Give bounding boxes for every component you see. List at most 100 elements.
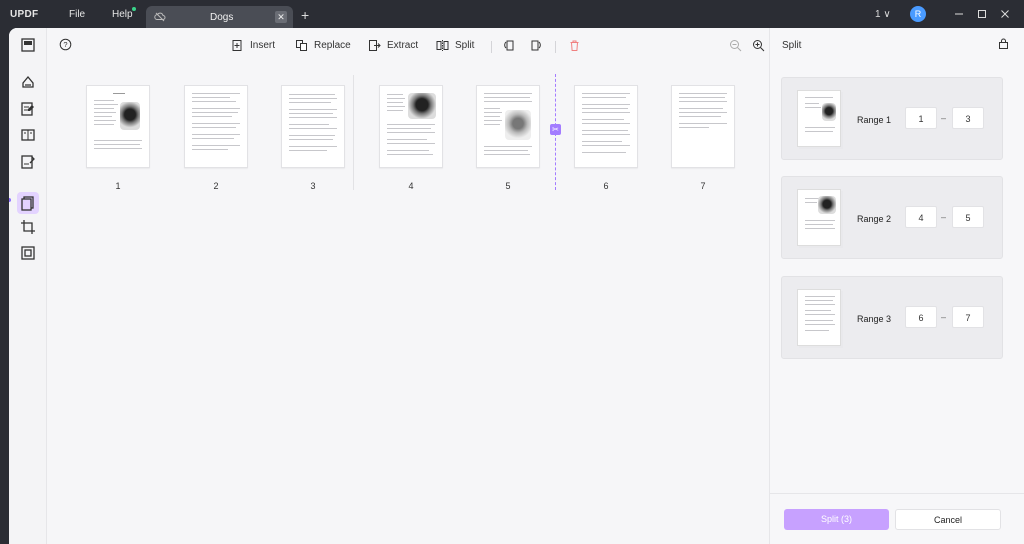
range-from-input[interactable]: 6: [905, 306, 937, 328]
dog-image: [408, 93, 436, 119]
range-to-input[interactable]: 7: [952, 306, 984, 328]
page-thumbnail-3[interactable]: [281, 85, 345, 168]
range-to-input[interactable]: 5: [952, 206, 984, 228]
text-line: [192, 93, 240, 94]
text-line: [484, 101, 532, 102]
dog-image: [120, 102, 140, 130]
range-separator: –: [941, 212, 947, 222]
text-line: [289, 124, 329, 125]
text-line: [192, 127, 236, 128]
text-line: [805, 314, 835, 315]
comment-icon[interactable]: [20, 74, 36, 90]
avatar[interactable]: R: [910, 6, 926, 22]
tab-title: Dogs: [210, 12, 234, 23]
rotate-right-button[interactable]: [529, 39, 542, 52]
split-confirm-button[interactable]: Split (3): [784, 509, 889, 530]
text-line: [289, 98, 337, 99]
text-line: [94, 104, 118, 105]
title-bar: UPDF File Help Dogs ✕ + 1 ∨ R: [0, 0, 1024, 28]
tool-rail: [9, 28, 47, 544]
text-line: [387, 98, 405, 99]
zoom-in-button[interactable]: [752, 39, 765, 52]
extract-button[interactable]: Extract: [368, 39, 418, 52]
menu-help[interactable]: Help: [112, 9, 133, 20]
text-line: [582, 141, 622, 142]
split-button[interactable]: Split: [436, 39, 474, 52]
text-line: [582, 108, 628, 109]
range-to-input[interactable]: 3: [952, 107, 984, 129]
page-thumbnail-1[interactable]: [86, 85, 150, 168]
insert-page-icon: [232, 40, 242, 51]
range-from-input[interactable]: 4: [905, 206, 937, 228]
crop-pages-icon[interactable]: [20, 219, 36, 235]
page-thumbnail-4[interactable]: [379, 85, 443, 168]
page-number: 5: [505, 181, 511, 191]
text-line: [387, 150, 429, 151]
text-line: [192, 112, 238, 113]
maximize-icon[interactable]: [975, 7, 989, 21]
text-line: [289, 109, 337, 110]
range-from-input[interactable]: 1: [905, 107, 937, 129]
replace-button[interactable]: Replace: [295, 39, 351, 52]
organize-pages-icon[interactable]: [20, 195, 36, 211]
page-layout-icon[interactable]: [20, 127, 36, 143]
scissors-icon[interactable]: ✂: [550, 124, 561, 135]
fill-sign-icon[interactable]: [20, 154, 36, 170]
add-tab-icon[interactable]: +: [301, 7, 309, 23]
zoom-out-button[interactable]: [729, 39, 742, 52]
replace-label: Replace: [314, 40, 351, 51]
minimize-icon[interactable]: [952, 7, 966, 21]
page-thumbnail-7[interactable]: [671, 85, 735, 168]
rotate-left-button[interactable]: [503, 39, 516, 52]
text-line: [94, 144, 140, 145]
text-line: [805, 127, 835, 128]
page-thumbnail-2[interactable]: [184, 85, 248, 168]
edit-pdf-icon[interactable]: [20, 101, 36, 117]
text-line: [387, 124, 435, 125]
text-line: [289, 117, 337, 118]
app-window: ? Insert Replace Extract Split 1 2 3 4 5…: [9, 28, 1024, 544]
dog-image: [822, 103, 836, 121]
close-tab-icon[interactable]: ✕: [275, 11, 287, 23]
text-line: [94, 148, 142, 149]
text-line: [484, 124, 500, 125]
text-line: [387, 94, 403, 95]
rotate-right-icon: [531, 40, 541, 51]
text-line: [582, 97, 626, 98]
text-line: [805, 324, 835, 325]
text-line: [679, 93, 727, 94]
split-group-divider: [353, 75, 354, 190]
range-label: Range 3: [857, 314, 892, 324]
lock-icon[interactable]: [997, 37, 1010, 50]
insert-button[interactable]: Insert: [231, 39, 275, 52]
cancel-button[interactable]: Cancel: [895, 509, 1001, 530]
page-thumbnail-6[interactable]: [574, 85, 638, 168]
menu-file[interactable]: File: [69, 9, 85, 20]
page-number: 6: [603, 181, 609, 191]
page-thumbnail-5[interactable]: [476, 85, 540, 168]
text-line: [387, 143, 435, 144]
cloud-off-icon: [154, 11, 166, 23]
text-line: [805, 202, 817, 203]
toolbar-divider: [491, 41, 492, 53]
text-line: [484, 154, 530, 155]
help-button[interactable]: ?: [59, 38, 72, 51]
text-line: [484, 108, 500, 109]
close-window-icon[interactable]: [998, 7, 1012, 21]
text-line: [805, 296, 835, 297]
reader-icon[interactable]: [20, 37, 36, 53]
text-line: [94, 112, 116, 113]
document-tab[interactable]: Dogs ✕: [146, 6, 293, 28]
panel-footer: Split (3) Cancel: [770, 493, 1024, 544]
active-tool-marker: [9, 198, 11, 202]
tools-icon[interactable]: [20, 245, 36, 261]
delete-button[interactable]: [568, 39, 581, 52]
window-count[interactable]: 1 ∨: [875, 9, 891, 20]
toolbar-divider: [555, 41, 556, 53]
text-line: [387, 110, 403, 111]
split-label: Split: [455, 40, 475, 51]
text-line: [289, 146, 337, 147]
text-line: [805, 330, 829, 331]
range-label: Range 2: [857, 214, 892, 224]
range-preview: [797, 289, 841, 346]
